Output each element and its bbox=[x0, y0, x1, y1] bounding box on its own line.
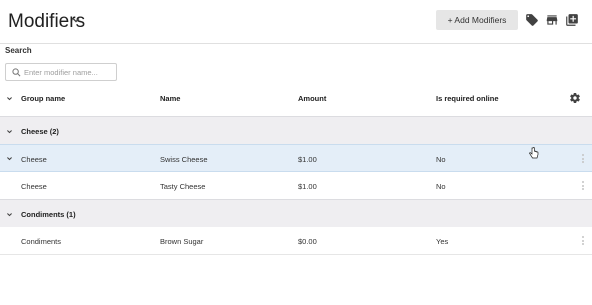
cell-group-name: Cheese bbox=[21, 182, 47, 191]
collapse-all-chevron-icon[interactable] bbox=[6, 95, 13, 102]
chevron-down-icon[interactable] bbox=[6, 211, 13, 218]
search-icon bbox=[12, 68, 21, 77]
search-label: Search bbox=[5, 46, 32, 55]
cell-group-name: Condiments bbox=[21, 237, 62, 246]
chevron-down-icon[interactable] bbox=[71, 15, 81, 25]
column-header-name[interactable]: Name bbox=[160, 94, 180, 103]
add-box-icon[interactable] bbox=[565, 13, 579, 27]
group-row-cheese[interactable]: Cheese (2) bbox=[0, 116, 592, 144]
table-row[interactable]: Cheese Swiss Cheese $1.00 No bbox=[0, 144, 592, 172]
group-title: Cheese (2) bbox=[21, 127, 59, 136]
group-row-condiments[interactable]: Condiments (1) bbox=[0, 199, 592, 227]
more-options-icon[interactable] bbox=[582, 236, 585, 246]
cell-required-online: Yes bbox=[436, 237, 449, 246]
cell-required-online: No bbox=[436, 155, 446, 164]
cell-group-name: Cheese bbox=[21, 155, 47, 164]
top-bar: Modifiers + Add Modifiers bbox=[0, 0, 592, 44]
cell-amount: $1.00 bbox=[298, 182, 317, 191]
column-header-group-name[interactable]: Group name bbox=[21, 94, 65, 103]
cell-name: Tasty Cheese bbox=[160, 182, 206, 191]
search-input[interactable] bbox=[24, 66, 116, 79]
cell-amount: $0.00 bbox=[298, 237, 317, 246]
table-row[interactable]: Condiments Brown Sugar $0.00 Yes bbox=[0, 227, 592, 255]
tag-icon[interactable] bbox=[525, 13, 539, 27]
table-row[interactable]: Cheese Tasty Cheese $1.00 No bbox=[0, 172, 592, 200]
more-options-icon[interactable] bbox=[582, 154, 585, 164]
chevron-down-icon[interactable] bbox=[6, 155, 13, 162]
cell-name: Brown Sugar bbox=[160, 237, 204, 246]
settings-gear-icon[interactable] bbox=[569, 92, 581, 104]
group-title: Condiments (1) bbox=[21, 210, 76, 219]
add-modifiers-button[interactable]: + Add Modifiers bbox=[436, 10, 518, 30]
search-field[interactable] bbox=[5, 63, 117, 81]
table-header: Group name Name Amount Is required onlin… bbox=[0, 84, 592, 113]
column-header-required-online[interactable]: Is required online bbox=[436, 94, 499, 103]
chevron-down-icon[interactable] bbox=[6, 128, 13, 135]
cell-required-online: No bbox=[436, 182, 446, 191]
cell-amount: $1.00 bbox=[298, 155, 317, 164]
store-icon[interactable] bbox=[545, 13, 559, 27]
column-header-amount[interactable]: Amount bbox=[298, 94, 326, 103]
hand-cursor-icon bbox=[529, 147, 539, 159]
more-options-icon[interactable] bbox=[582, 181, 585, 191]
cell-name: Swiss Cheese bbox=[160, 155, 208, 164]
